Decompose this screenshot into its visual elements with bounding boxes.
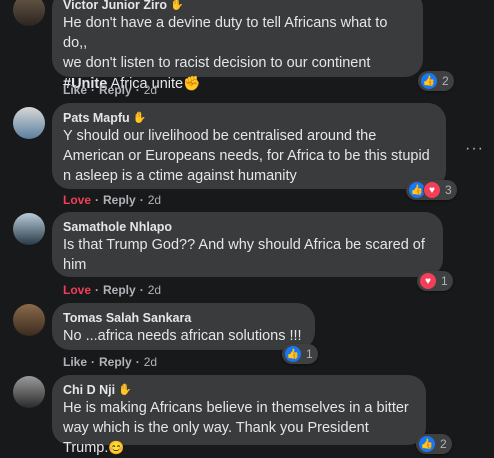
comment-bubble: Victor Junior Ziro ✋ He don't have a dev… [52,0,423,92]
comment-actions: Like · Reply · 2d [63,355,158,369]
avatar[interactable] [13,304,45,336]
reactions-summary[interactable]: 👍 1 [282,344,318,364]
comment-actions: Love · Reply · 2d [63,283,162,297]
comment-author[interactable]: Samathole Nhlapo [63,219,431,235]
timestamp[interactable]: 2d [148,193,161,207]
comment-bubble: Tomas Salah Sankara No ...africa needs a… [52,303,315,350]
comment-actions: Like · Reply · 2d [63,83,158,97]
reply-action[interactable]: Reply [99,355,132,369]
comment-author[interactable]: Pats Mapfu ✋ [63,110,434,126]
thumbs-up-icon: 👍 [418,435,436,453]
wave-icon: ✋ [118,384,132,396]
thumbs-up-icon: 👍 [284,345,302,363]
reply-action[interactable]: Reply [99,83,132,97]
reaction-count: 1 [306,347,313,361]
like-action[interactable]: Like [63,355,87,369]
smile-emoji: 😊 [108,440,125,455]
more-options-icon[interactable]: ··· [465,140,484,158]
comment-bubble: Chi D Nji ✋ He is making Africans believ… [52,375,426,456]
reaction-count: 2 [440,437,447,451]
timestamp[interactable]: 2d [144,355,157,369]
comment-text: He don't have a devine duty to tell Afri… [63,15,388,92]
love-action[interactable]: Love [63,283,91,297]
heart-icon: ♥ [419,272,437,290]
avatar[interactable] [13,0,45,26]
comment-actions: Love · Reply · 2d [63,193,162,207]
timestamp[interactable]: 2d [148,283,161,297]
reactions-summary[interactable]: ♥ 1 [417,271,453,291]
comment-text: Y should our livelihood be centralised a… [63,128,430,184]
reaction-count: 3 [445,183,452,197]
love-action[interactable]: Love [63,193,91,207]
avatar[interactable] [13,213,45,245]
reaction-count: 1 [441,274,448,288]
reply-action[interactable]: Reply [103,193,136,207]
reactions-summary[interactable]: 👍 ♥ 3 [406,180,457,200]
wave-icon: ✋ [132,112,147,124]
comment-text: Is that Trump God?? And why should Afric… [63,237,425,273]
reaction-count: 2 [442,74,449,88]
heart-icon: ♥ [423,181,441,199]
reactions-summary[interactable]: 👍 2 [418,71,454,91]
timestamp[interactable]: 2d [144,83,157,97]
comment-text: He is making Africans believe in themsel… [63,400,409,456]
wave-icon: ✋ [169,0,184,11]
comment-author[interactable]: Chi D Nji ✋ [63,382,414,398]
thumbs-up-icon: 👍 [420,72,438,90]
raised-fist-emoji: ✊ [183,75,201,91]
comment-text: No ...africa needs african solutions !!! [63,328,302,344]
comment-author[interactable]: Victor Junior Ziro ✋ [63,0,411,13]
like-action[interactable]: Like [63,83,87,97]
avatar[interactable] [13,107,45,139]
comment-bubble: Pats Mapfu ✋ Y should our livelihood be … [52,103,446,189]
comment-bubble: Samathole Nhlapo Is that Trump God?? And… [52,212,443,277]
reactions-summary[interactable]: 👍 2 [416,434,452,454]
avatar[interactable] [13,376,45,408]
comment-author[interactable]: Tomas Salah Sankara [63,310,303,326]
reply-action[interactable]: Reply [103,283,136,297]
